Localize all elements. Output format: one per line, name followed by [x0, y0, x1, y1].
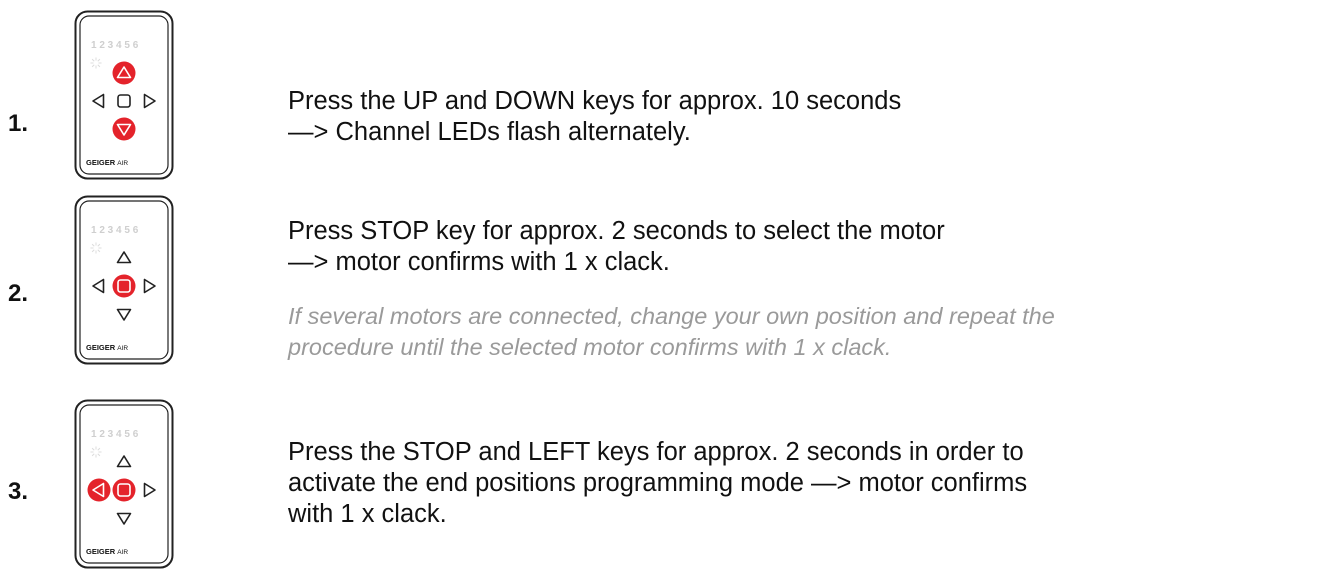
- step-instruction: Press the UP and DOWN keys for approx. 1…: [288, 86, 1338, 148]
- instruction-line: with 1 x clack.: [288, 500, 447, 528]
- brand-logo: GEIGER AIR: [86, 343, 128, 352]
- instruction-line: Press the STOP and LEFT keys for approx.…: [288, 438, 1024, 466]
- step-number: 3.: [8, 478, 29, 505]
- note-line: If several motors are connected, change …: [288, 303, 1055, 329]
- channel-numbers: 1 2 3 4 5 6: [91, 225, 139, 236]
- step-instruction: Press STOP key for approx. 2 seconds to …: [288, 216, 1338, 278]
- stop-key: [112, 274, 136, 298]
- brand-logo: GEIGER AIR: [86, 547, 128, 556]
- left-key: [87, 478, 111, 502]
- down-key: [112, 117, 136, 141]
- step-note: If several motors are connected, change …: [288, 301, 1338, 363]
- instruction-line: Press STOP key for approx. 2 seconds to …: [288, 217, 945, 245]
- instruction-line: activate the end positions programming m…: [288, 469, 1028, 497]
- step-instruction: Press the STOP and LEFT keys for approx.…: [288, 437, 1338, 530]
- remote-control-illustration: 1 2 3 4 5 6 GEIGER AIR: [74, 399, 174, 569]
- instruction-line: —> Channel LEDs flash alternately.: [288, 118, 691, 146]
- up-key: [112, 61, 136, 85]
- instruction-line: —> motor confirms with 1 x clack.: [288, 248, 670, 276]
- step-number: 2.: [8, 280, 29, 307]
- channel-numbers: 1 2 3 4 5 6: [91, 40, 139, 51]
- channel-numbers: 1 2 3 4 5 6: [91, 429, 139, 440]
- remote-control-illustration: 1 2 3 4 5 6 GEIGER AIR: [74, 10, 174, 180]
- step-number: 1.: [8, 110, 29, 137]
- remote-control-illustration: 1 2 3 4 5 6 GEIGER AIR: [74, 195, 174, 365]
- stop-key: [112, 478, 136, 502]
- note-line: procedure until the selected motor confi…: [288, 334, 892, 360]
- instruction-line: Press the UP and DOWN keys for approx. 1…: [288, 87, 902, 115]
- brand-logo: GEIGER AIR: [86, 158, 128, 167]
